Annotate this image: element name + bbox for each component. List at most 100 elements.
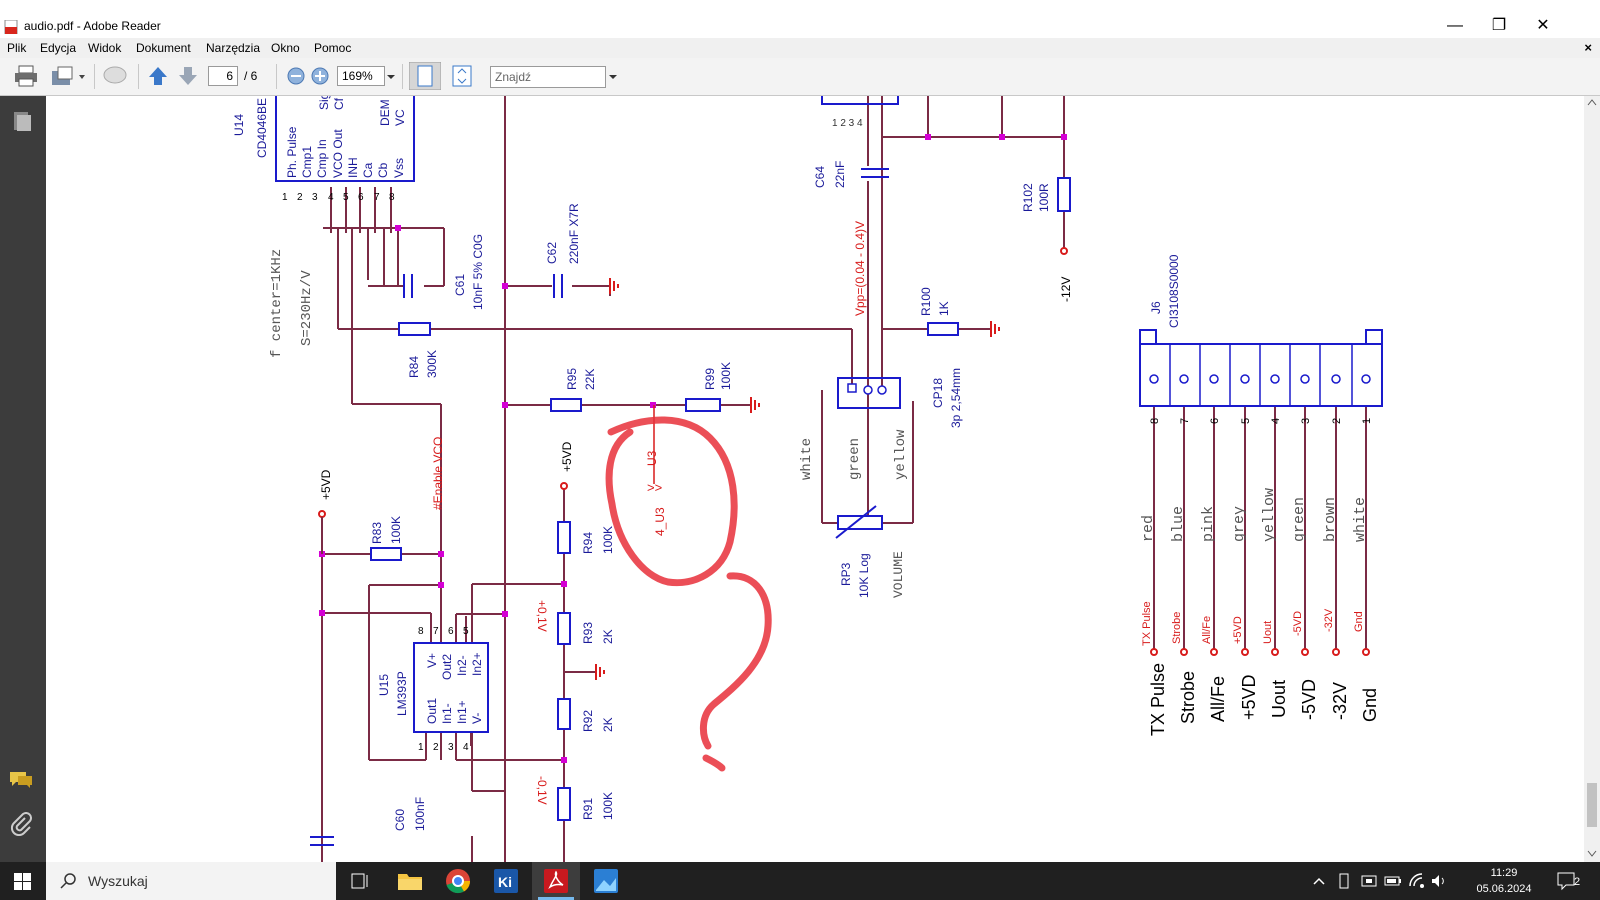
search-icon [60,873,76,889]
pot-wire-green: green [847,438,863,480]
svg-text:+5VD: +5VD [1232,616,1244,644]
menu-dokument[interactable]: Dokument [136,41,191,55]
document-close-button[interactable]: × [1584,40,1592,55]
pages-icon[interactable] [11,110,33,132]
next-page-icon[interactable] [177,65,199,87]
battery-icon[interactable] [1384,872,1402,890]
vertical-scrollbar[interactable] [1584,96,1600,862]
note-f-center: f center=1KHz [269,249,285,358]
svg-text:J6: J6 [1149,301,1163,314]
svg-text:In2-: In2- [455,655,469,676]
svg-text:Cb: Cb [376,162,390,178]
page-number-input[interactable]: 6 [208,66,238,86]
svg-text:pink: pink [1200,506,1217,542]
svg-text:Sig: Sig [317,96,331,110]
svg-text:8: 8 [418,626,424,637]
u14-part: CD4046BE [255,98,269,158]
fit-width-icon[interactable] [409,62,441,90]
menu-widok[interactable]: Widok [88,41,121,55]
menu-narzedzia[interactable]: Narzędzia [206,41,260,55]
volume-icon[interactable] [1430,872,1448,890]
zoom-dropdown-icon[interactable] [386,65,396,87]
svg-text:C61: C61 [453,274,467,296]
svg-text:TX Pulse: TX Pulse [1148,663,1168,736]
zoom-in-icon[interactable] [310,65,330,87]
svg-text:R84: R84 [407,356,421,378]
photos-icon[interactable] [586,866,626,896]
svg-text:V+: V+ [425,653,439,668]
scroll-up-icon[interactable] [1587,98,1597,106]
r84-resistor: R84 300K [398,322,439,378]
svg-text:5: 5 [463,626,469,637]
svg-text:22K: 22K [583,369,597,390]
minus12v-label: -12V [1059,277,1073,302]
svg-text:Ca: Ca [361,162,375,178]
previous-page-icon[interactable] [147,65,169,87]
menu-pomoc[interactable]: Pomoc [314,41,351,55]
svg-text:Ph. Pulse: Ph. Pulse [285,126,299,178]
file-explorer-icon[interactable] [390,866,430,896]
clock-time: 11:29 [1490,867,1518,879]
task-view-icon[interactable] [340,866,380,896]
svg-text:R93: R93 [581,622,595,644]
scroll-down-icon[interactable] [1587,850,1597,858]
scrollbar-thumb[interactable] [1587,783,1597,827]
r93-resistor: R93 2K [557,612,615,645]
taskbar-search[interactable]: Wyszukaj [46,862,336,900]
r92-resistor: R92 2K [557,698,615,732]
search-placeholder: Wyszukaj [88,873,148,889]
windows-start-icon[interactable] [14,873,31,890]
svg-text:DEM: DEM [378,99,392,126]
svg-text:100K: 100K [601,792,615,820]
svg-text:10K Log: 10K Log [857,553,871,598]
menu-okno[interactable]: Okno [271,41,300,55]
device-icon[interactable] [1336,872,1352,890]
u3-label: U3 [645,450,659,466]
svg-text:-5VD: -5VD [1299,679,1319,720]
svg-text:8: 8 [1149,418,1161,424]
security-icon[interactable] [1360,872,1378,890]
zoom-input[interactable]: 169% [337,66,385,86]
wifi-icon[interactable] [1408,872,1426,890]
c62-capacitor: C62 220nF X7R [545,203,619,298]
svg-text:Uout: Uout [1269,680,1289,718]
svg-text:INH: INH [346,157,360,178]
document-view[interactable]: U14 CD4046BE Ph. Pulse Cmp1 Cmp In VCO O… [46,96,1584,862]
menu-plik[interactable]: Plik [7,41,26,55]
minimize-button[interactable]: — [1432,14,1478,38]
chevron-up-icon[interactable] [1312,874,1326,888]
zoom-out-icon[interactable] [286,65,306,87]
j6-connector: J6 CI3108S0000 8 7 6 5 4 3 2 1 red blue … [1139,254,1383,736]
svg-text:7: 7 [433,626,439,637]
note-s: S=230Hz/V [299,270,315,346]
print-icon[interactable] [14,65,38,87]
svg-text:Gnd: Gnd [1353,611,1365,632]
taskbar-active-app[interactable] [532,862,580,900]
share-icon[interactable] [50,65,86,87]
svg-text:R83: R83 [370,522,384,544]
attachment-icon[interactable] [10,812,32,836]
menu-edycja[interactable]: Edycja [40,41,76,55]
fit-page-icon[interactable] [450,65,474,87]
svg-text:R100: R100 [919,287,933,316]
svg-text:U15: U15 [377,674,391,696]
wires [321,96,1367,862]
handdrawn-question-mark [605,416,772,772]
comments-icon[interactable] [8,768,34,790]
svg-text:100K: 100K [601,526,615,554]
svg-text:3: 3 [312,192,318,203]
restore-button[interactable]: ❐ [1476,14,1522,38]
find-input[interactable]: Znajdź [490,66,606,88]
svg-text:Gnd: Gnd [1360,688,1380,722]
kicad-icon[interactable]: Ki [486,866,526,896]
taskbar-clock[interactable]: 11:29 05.06.2024 [1466,865,1542,897]
chrome-icon[interactable] [438,866,478,896]
svg-text:2K: 2K [601,717,615,732]
svg-text:yellow: yellow [1261,488,1278,542]
c60-capacitor: C60 100nF [310,797,427,846]
find-dropdown-icon[interactable] [608,65,618,87]
comment-icon[interactable] [102,65,128,87]
svg-text:C64: C64 [813,166,827,188]
close-button[interactable]: ✕ [1520,14,1566,38]
svg-text:R102: R102 [1021,183,1035,212]
